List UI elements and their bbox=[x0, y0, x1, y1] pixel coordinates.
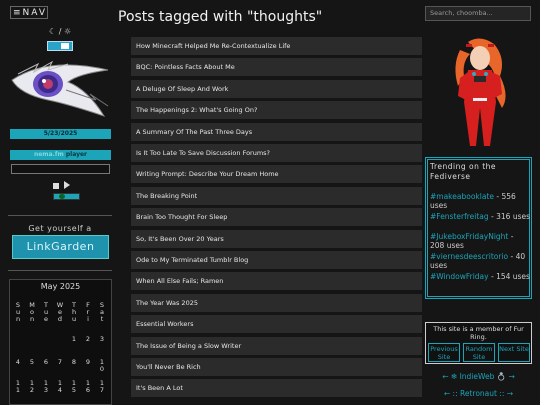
linkgarden-caption: Get yourself a bbox=[28, 224, 92, 233]
search-input[interactable]: Search, choomba... bbox=[425, 6, 531, 21]
calendar-day[interactable]: 10 bbox=[99, 359, 105, 373]
usage-count: - 316 uses bbox=[488, 212, 531, 221]
eye-artwork bbox=[11, 60, 109, 117]
calendar-day[interactable]: 14 bbox=[57, 380, 63, 394]
hamburger-icon: ≡ bbox=[13, 8, 23, 18]
calendar-day[interactable]: 3 bbox=[95, 336, 109, 343]
calendar-day[interactable]: 15 bbox=[71, 380, 77, 394]
post-link[interactable]: How Minecraft Helped Me Re-Contextualize… bbox=[131, 37, 422, 55]
volume-slider[interactable] bbox=[53, 193, 80, 200]
post-link[interactable]: Ode to My Terminated Tumblr Blog bbox=[131, 251, 422, 269]
page-title: Posts tagged with "thoughts" bbox=[118, 9, 323, 25]
post-link[interactable]: Brain Too Thought For Sleep bbox=[131, 208, 422, 227]
post-link[interactable]: The Issue of Being a Slow Writer bbox=[131, 336, 422, 355]
calendar-day[interactable]: 8 bbox=[67, 359, 81, 366]
trending-title: Trending on the Fediverse bbox=[430, 162, 497, 181]
stop-icon[interactable] bbox=[53, 183, 59, 189]
post-link[interactable]: Writing Prompt: Describe Your Dream Home bbox=[131, 165, 422, 184]
post-link[interactable]: A Summary Of The Past Three Days bbox=[131, 122, 422, 141]
weekday-header: t bbox=[100, 315, 104, 323]
calendar-day[interactable]: 4 bbox=[11, 359, 25, 366]
calendar-day[interactable]: 12 bbox=[29, 380, 35, 394]
post-link[interactable]: When All Else Fails; Ramen bbox=[131, 272, 422, 291]
volume-knob[interactable] bbox=[59, 194, 65, 199]
post-link[interactable]: The Breaking Point bbox=[131, 186, 422, 205]
player-track-display bbox=[11, 164, 110, 174]
calendar-day[interactable]: 16 bbox=[85, 380, 91, 394]
calendar-day[interactable]: 7 bbox=[53, 359, 67, 366]
hashtag-link[interactable]: #WindowFriday bbox=[430, 272, 489, 281]
weekday-header: u bbox=[71, 315, 77, 323]
indieweb-webring[interactable]: ← ❄ IndieWeb 💍 → bbox=[425, 372, 532, 381]
fediverse-trending-panel: Trending on the Fediverse #makeabooklate… bbox=[425, 157, 532, 299]
calendar-day[interactable]: 9 bbox=[81, 359, 95, 366]
player-station: nema.fm bbox=[33, 151, 64, 158]
date-badge: 5/23/2025 bbox=[10, 129, 111, 139]
post-link[interactable]: The Year Was 2025 bbox=[131, 293, 422, 312]
calendar-title: May 2025 bbox=[40, 282, 81, 291]
character-artwork bbox=[455, 38, 506, 146]
trending-item[interactable]: #makeabooklate - 556 uses bbox=[430, 192, 530, 210]
post-link[interactable]: The Happenings 2: What's Going On? bbox=[131, 101, 422, 120]
usage-count: - 154 uses bbox=[488, 272, 530, 281]
post-link[interactable]: It's Been A Lot bbox=[131, 379, 422, 398]
calendar-day[interactable]: 11 bbox=[15, 380, 21, 394]
divider bbox=[8, 215, 112, 216]
play-icon[interactable] bbox=[64, 181, 70, 189]
next-site-button[interactable]: Next Site bbox=[498, 343, 530, 362]
previous-site-button[interactable]: Previous Site bbox=[428, 343, 460, 362]
weekday-header: n bbox=[15, 315, 21, 323]
theme-toggle-label: ☾ / ☼ bbox=[49, 27, 72, 36]
hashtag-link[interactable]: #viernesdeescritorio bbox=[430, 252, 508, 261]
post-link[interactable]: Essential Workers bbox=[131, 315, 422, 334]
hashtag-link[interactable]: #Fensterfreitag bbox=[430, 212, 489, 221]
post-link[interactable]: So, It's Been Over 20 Years bbox=[131, 229, 422, 248]
webring-title: This site is a member of Fur Ring. bbox=[433, 325, 524, 341]
calendar-day[interactable]: 2 bbox=[81, 336, 95, 343]
calendar-day[interactable]: 17 bbox=[99, 380, 105, 394]
theme-toggle-switch[interactable] bbox=[47, 41, 73, 51]
weekday-header: n bbox=[29, 315, 35, 323]
weekday-header: i bbox=[87, 315, 89, 323]
radio-player-title[interactable]: nema.fm player bbox=[10, 150, 111, 160]
calendar-day[interactable]: 6 bbox=[39, 359, 53, 366]
hashtag-link[interactable]: #makeabooklate bbox=[430, 192, 494, 201]
post-link[interactable]: You'll Never Be Rich bbox=[131, 358, 422, 376]
hashtag-link[interactable]: #JukeboxFridayNight bbox=[430, 232, 508, 241]
linkgarden-button[interactable]: LinkGarden bbox=[12, 235, 109, 259]
calendar: May 2025 SunMonTueWedThuFriSat1234567891… bbox=[9, 279, 112, 405]
random-site-button[interactable]: Random Site bbox=[463, 343, 495, 362]
trending-item[interactable]: #JukeboxFridayNight - 208 uses bbox=[430, 232, 530, 250]
nav-menu-button[interactable]: ≡NAV bbox=[10, 6, 48, 19]
trending-item[interactable]: #WindowFriday - 154 uses bbox=[430, 272, 530, 281]
post-link[interactable]: Is It Too Late To Save Discussion Forums… bbox=[131, 144, 422, 162]
trending-item[interactable]: #viernesdeescritorio - 40 uses bbox=[430, 252, 530, 270]
webring-panel: This site is a member of Fur Ring. Previ… bbox=[425, 322, 532, 364]
weekday-header: e bbox=[44, 315, 48, 323]
weekday-header: d bbox=[57, 315, 63, 323]
nav-label: NAV bbox=[22, 8, 48, 18]
post-link[interactable]: A Deluge Of Sleep And Work bbox=[131, 79, 422, 98]
calendar-day[interactable]: 5 bbox=[25, 359, 39, 366]
calendar-day[interactable]: 1 bbox=[67, 336, 81, 343]
divider bbox=[8, 270, 112, 271]
player-label: player bbox=[63, 151, 88, 158]
retronaut-webring[interactable]: ← :: Retronaut :: → bbox=[425, 389, 532, 398]
calendar-day[interactable]: 13 bbox=[43, 380, 49, 394]
post-link[interactable]: BQC: Pointless Facts About Me bbox=[131, 58, 422, 77]
trending-item[interactable]: #Fensterfreitag - 316 uses bbox=[430, 212, 530, 221]
